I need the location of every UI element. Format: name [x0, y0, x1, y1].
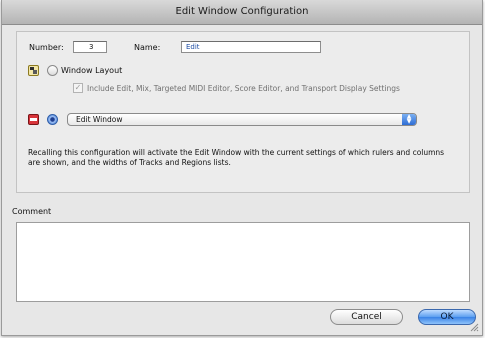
window-layout-icon — [28, 65, 39, 76]
ok-button-label: OK — [440, 312, 454, 322]
name-field[interactable] — [181, 41, 321, 53]
number-field[interactable] — [73, 41, 107, 53]
window-layout-label: Window Layout — [61, 66, 123, 75]
cancel-button-label: Cancel — [351, 312, 382, 322]
window-layout-radio[interactable] — [47, 65, 58, 76]
resize-grip-icon[interactable] — [470, 323, 479, 332]
name-label: Name: — [134, 43, 161, 52]
edit-window-icon — [28, 114, 39, 125]
edit-window-radio[interactable] — [47, 114, 58, 125]
configuration-panel: Number: Name: Window Layout ✓ Include Ed… — [16, 31, 470, 193]
comment-label: Comment — [12, 207, 52, 216]
window-selector-value: Edit Window — [76, 115, 123, 124]
ok-button[interactable]: OK — [418, 309, 476, 325]
include-settings-label: Include Edit, Mix, Targeted MIDI Editor,… — [87, 84, 400, 93]
comment-textarea[interactable] — [16, 222, 470, 302]
window-title: Edit Window Configuration — [175, 6, 309, 17]
configuration-description: Recalling this configuration will activa… — [28, 148, 445, 167]
dialog-window: Edit Window Configuration Number: Name: … — [1, 0, 483, 336]
include-settings-checkbox[interactable]: ✓ — [73, 83, 83, 93]
window-selector-popup[interactable]: Edit Window ▲ ▼ — [67, 113, 417, 126]
number-label: Number: — [29, 43, 64, 52]
updown-arrows-icon: ▲ ▼ — [402, 114, 416, 125]
title-bar[interactable]: Edit Window Configuration — [2, 0, 482, 25]
cancel-button[interactable]: Cancel — [330, 309, 403, 325]
